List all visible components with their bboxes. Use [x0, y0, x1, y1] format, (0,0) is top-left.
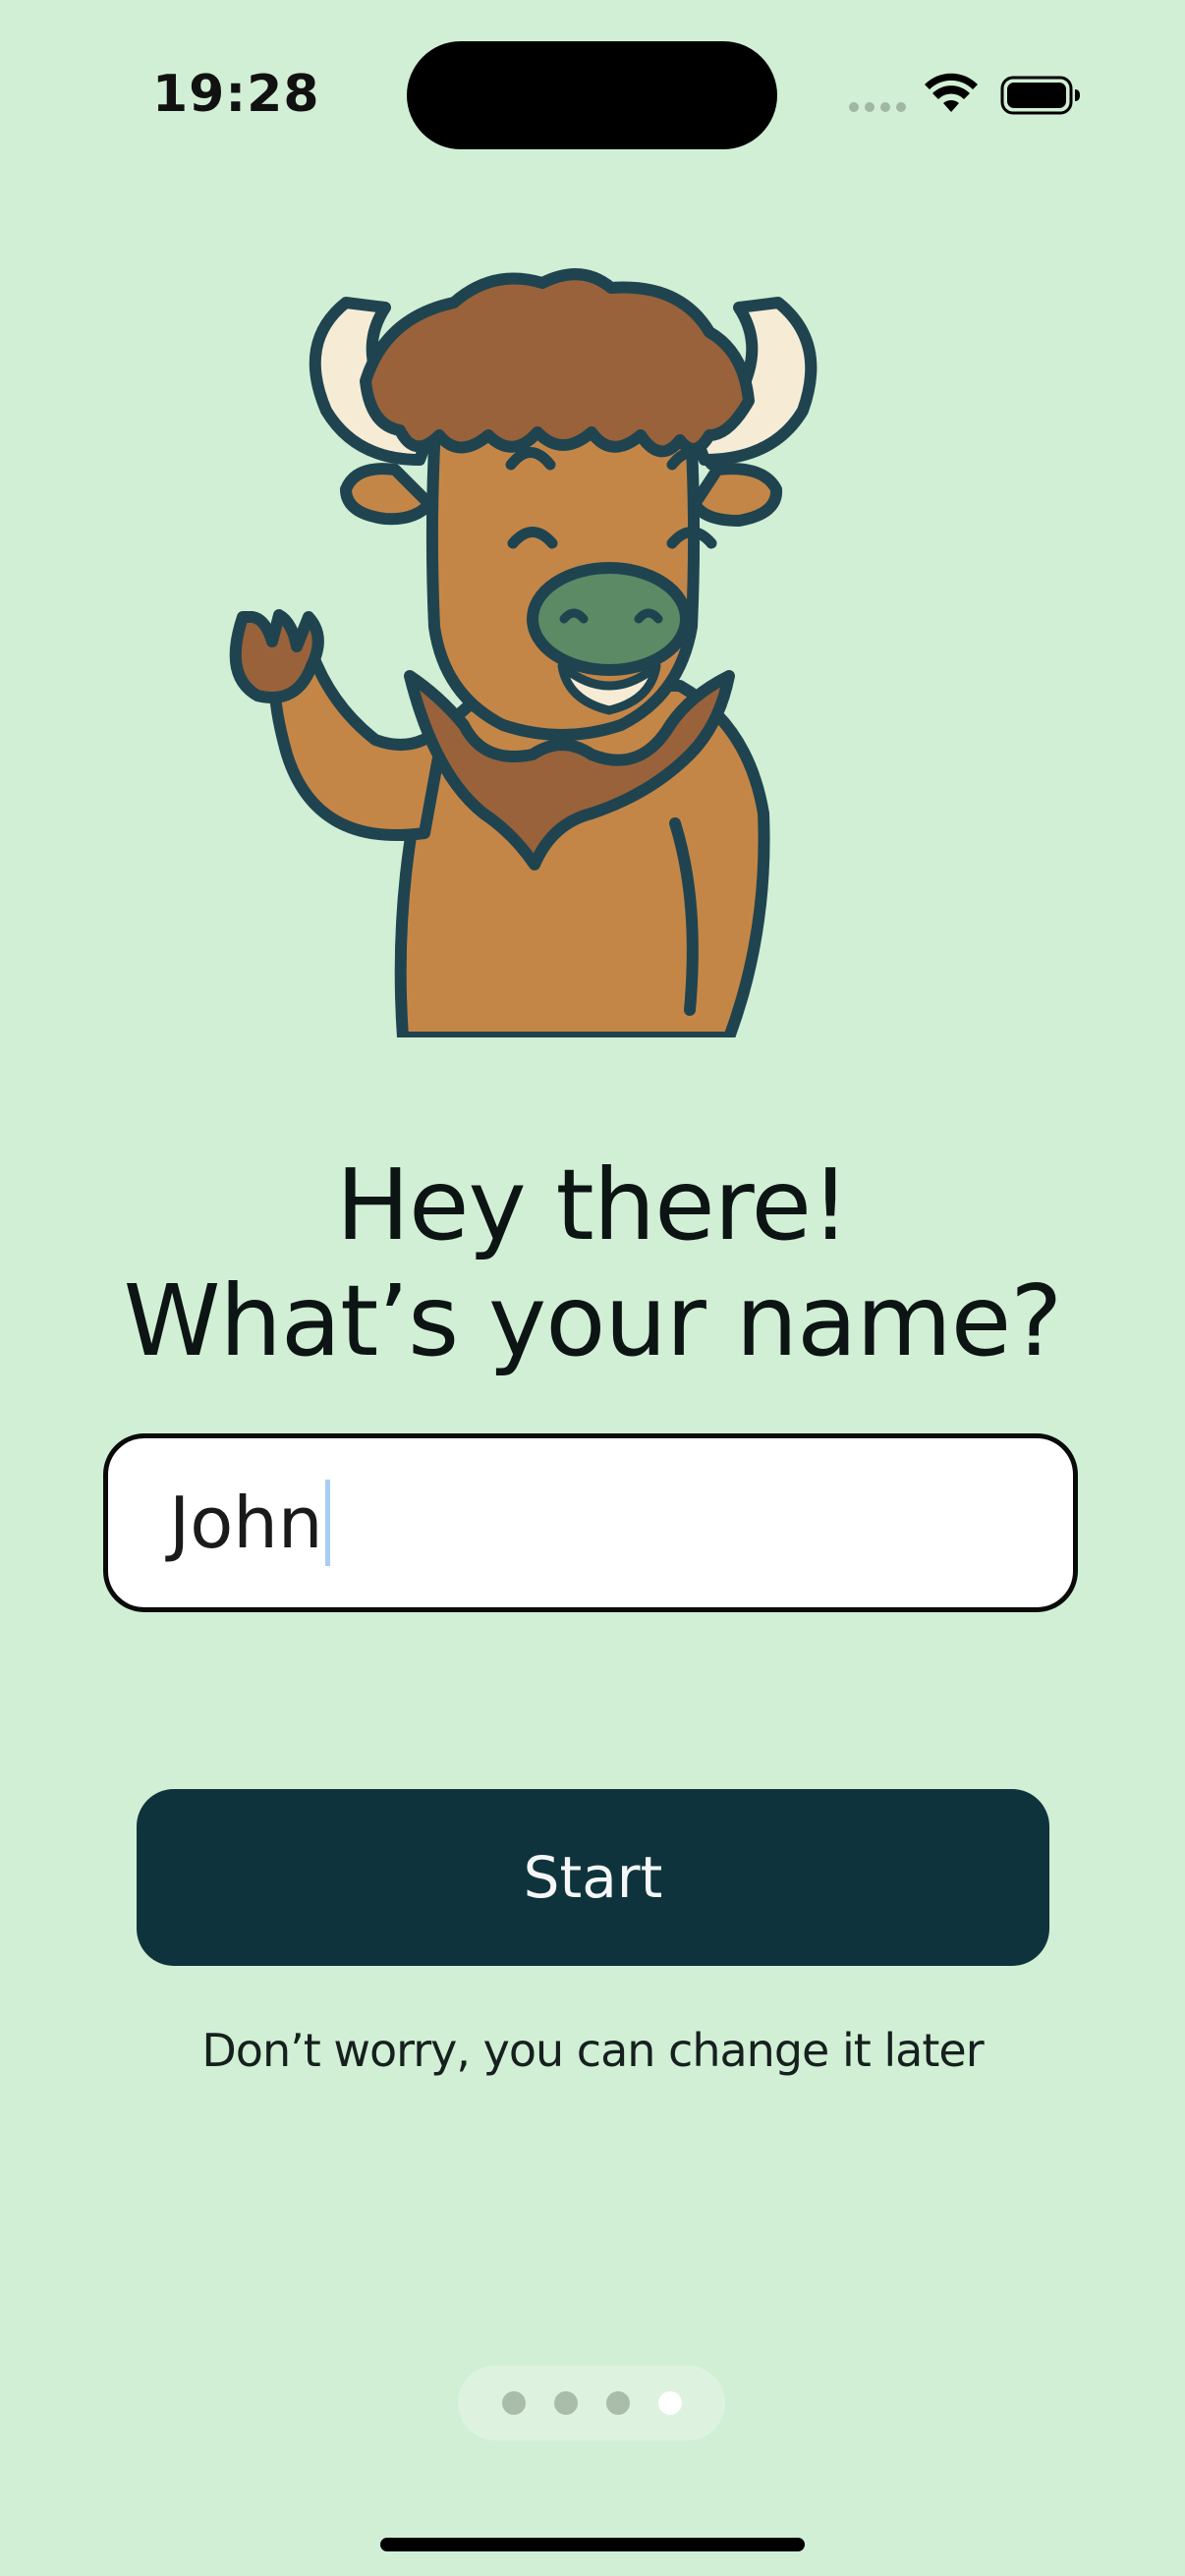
- dynamic-island: [407, 41, 777, 149]
- page-dot-4-active[interactable]: [657, 2391, 682, 2415]
- status-time: 19:28: [152, 65, 320, 124]
- text-caret: [324, 1480, 330, 1566]
- page-dot-3[interactable]: [605, 2391, 630, 2415]
- heading-line-1: Hey there!: [335, 1148, 850, 1262]
- page-indicator[interactable]: [458, 2366, 725, 2440]
- bison-mascot: [229, 268, 818, 1037]
- heading-line-2: What’s your name?: [123, 1263, 1063, 1378]
- hint-text: Don’t worry, you can change it later: [201, 2024, 984, 2077]
- page-title: Hey there! What’s your name?: [0, 1148, 1185, 1379]
- page-dot-2[interactable]: [553, 2391, 578, 2415]
- battery-icon: [1000, 76, 1080, 115]
- cellular-signal-icon: [849, 102, 906, 112]
- name-input[interactable]: John: [103, 1433, 1078, 1612]
- home-indicator[interactable]: [380, 2538, 805, 2551]
- start-button[interactable]: Start: [137, 1789, 1049, 1966]
- wifi-icon: [925, 73, 978, 112]
- page-dot-1[interactable]: [501, 2391, 526, 2415]
- name-input-value[interactable]: John: [169, 1482, 323, 1564]
